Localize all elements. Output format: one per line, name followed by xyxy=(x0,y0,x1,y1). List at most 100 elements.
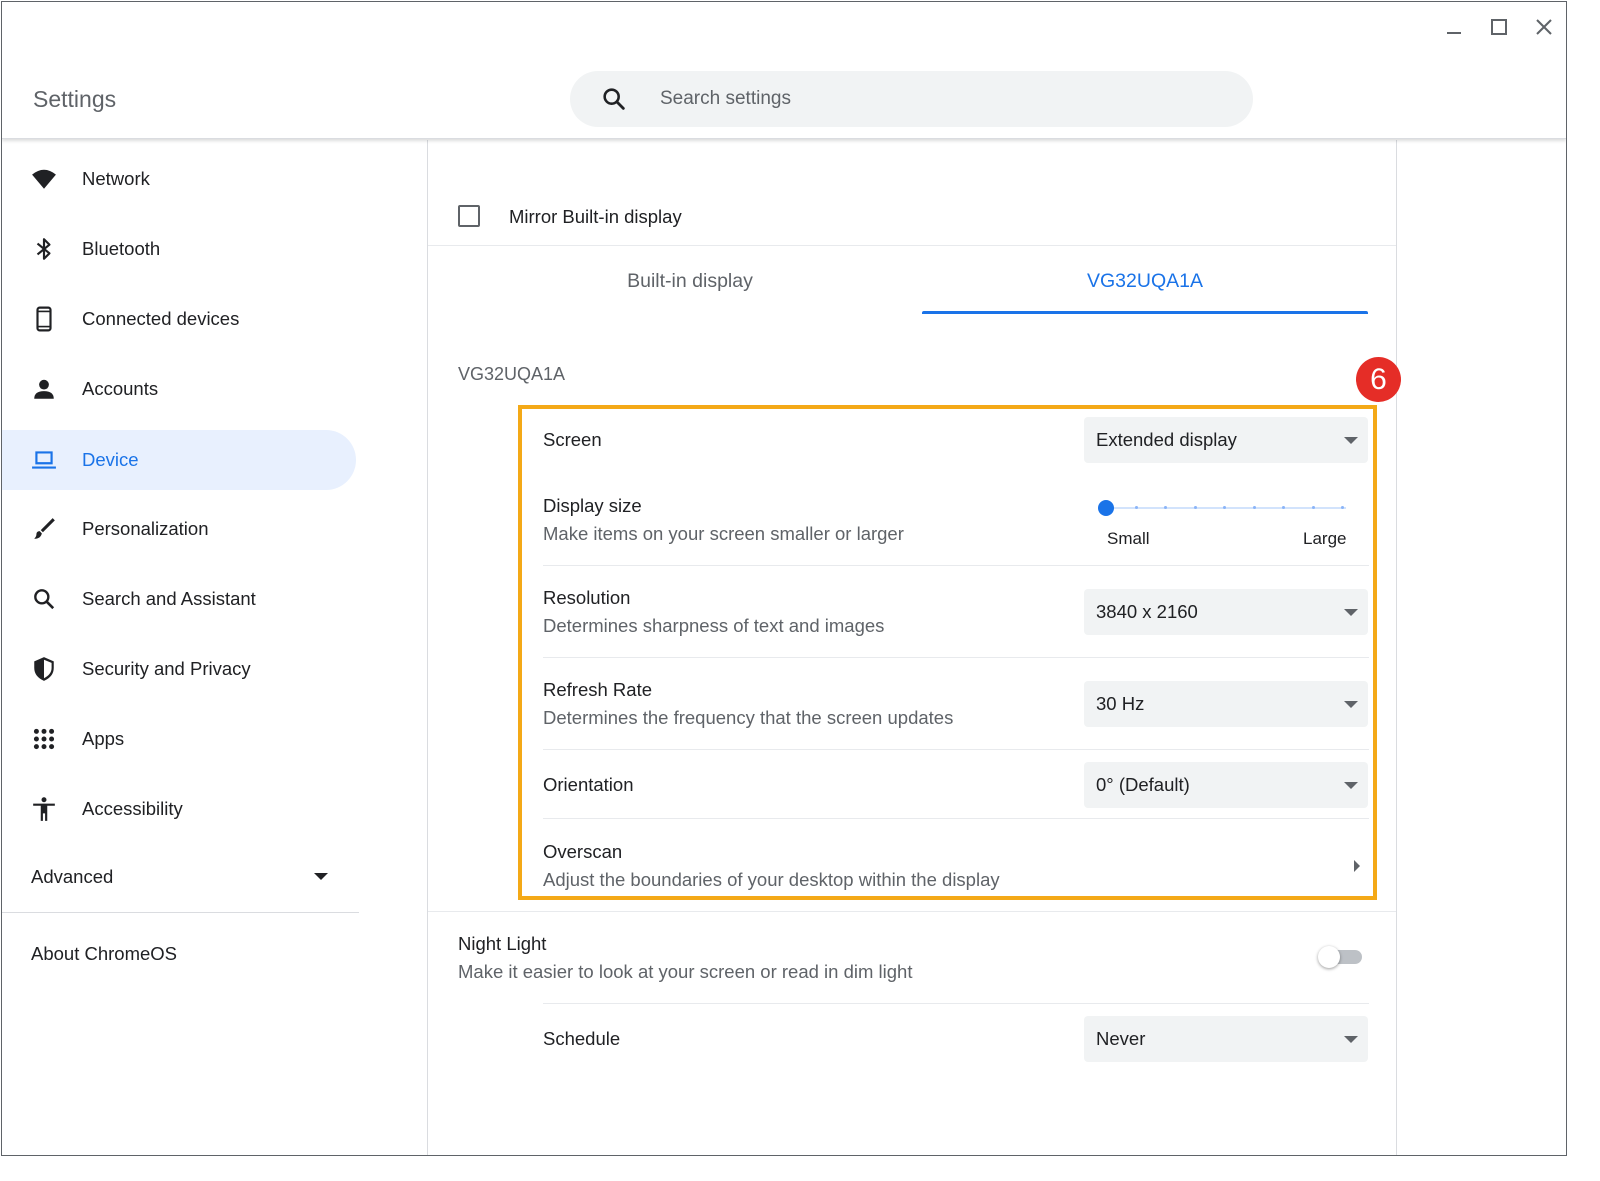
active-tab-indicator xyxy=(922,311,1368,314)
screen-select[interactable]: Extended display xyxy=(1084,417,1368,463)
chevron-right-icon xyxy=(1354,860,1360,872)
sidebar-item-personalization[interactable]: Personalization xyxy=(2,499,356,559)
resolution-label: Resolution xyxy=(543,587,631,608)
toggle-thumb xyxy=(1318,946,1340,968)
refresh-rate-description: Determines the frequency that the screen… xyxy=(543,707,954,728)
maximize-icon xyxy=(1489,17,1509,42)
slider-max-label: Large xyxy=(1303,529,1347,548)
slider-tick xyxy=(1312,506,1315,509)
slider-tick xyxy=(1194,506,1197,509)
sidebar-item-label: Network xyxy=(82,168,150,189)
maximize-button[interactable] xyxy=(1484,14,1514,44)
night-light-description: Make it easier to look at your screen or… xyxy=(458,961,913,982)
advanced-label: Advanced xyxy=(31,866,114,887)
sidebar-item-label: Accessibility xyxy=(82,798,183,819)
resolution-value: 3840 x 2160 xyxy=(1096,601,1198,622)
accessibility-icon xyxy=(30,795,58,823)
sidebar-item-connected-devices[interactable]: Connected devices xyxy=(2,289,356,349)
close-button[interactable] xyxy=(1529,14,1559,44)
sidebar: Network Bluetooth Connected devices Acco… xyxy=(2,140,427,1155)
caret-down-icon xyxy=(314,873,328,880)
slider-tick xyxy=(1341,506,1344,509)
sidebar-item-security-and-privacy[interactable]: Security and Privacy xyxy=(2,639,356,699)
overscan-row[interactable]: Overscan Adjust the boundaries of your d… xyxy=(543,837,1369,897)
dropdown-arrow-icon xyxy=(1344,1036,1358,1043)
schedule-select[interactable]: Never xyxy=(1084,1016,1368,1062)
about-chromeos-link[interactable]: About ChromeOS xyxy=(31,943,177,965)
orientation-select[interactable]: 0° (Default) xyxy=(1084,762,1368,808)
slider-tick xyxy=(1282,506,1285,509)
sidebar-item-device[interactable]: Device xyxy=(2,430,356,490)
sidebar-item-label: Device xyxy=(82,449,139,470)
schedule-value: Never xyxy=(1096,1028,1146,1049)
slider-min-label: Small xyxy=(1107,529,1150,548)
display-settings-card: Mirror Built-in display Built-in display… xyxy=(427,140,1397,1155)
display-size-slider[interactable] xyxy=(1098,493,1348,523)
resolution-description: Determines sharpness of text and images xyxy=(543,615,885,636)
section-title: VG32UQA1A xyxy=(458,364,566,384)
sidebar-item-network[interactable]: Network xyxy=(2,149,356,209)
orientation-value: 0° (Default) xyxy=(1096,774,1190,795)
divider xyxy=(543,749,1369,750)
refresh-rate-label: Refresh Rate xyxy=(543,679,652,700)
overscan-label: Overscan xyxy=(543,841,623,862)
dropdown-arrow-icon xyxy=(1344,782,1358,789)
person-icon xyxy=(30,375,58,403)
refresh-rate-select[interactable]: 30 Hz xyxy=(1084,681,1368,727)
divider xyxy=(543,818,1369,819)
sidebar-item-label: Security and Privacy xyxy=(82,658,251,679)
sidebar-item-accessibility[interactable]: Accessibility xyxy=(2,779,356,839)
night-light-label: Night Light xyxy=(458,933,547,954)
wifi-icon xyxy=(30,165,58,193)
header: Settings xyxy=(2,2,1566,139)
overscan-description: Adjust the boundaries of your desktop wi… xyxy=(543,869,1000,890)
settings-window: Settings Network Bluetooth Connec xyxy=(1,1,1567,1156)
mirror-row: Mirror Built-in display xyxy=(428,185,1396,245)
sidebar-item-label: Apps xyxy=(82,728,125,749)
app-title: Settings xyxy=(33,86,117,112)
sidebar-item-label: Bluetooth xyxy=(82,238,161,259)
sidebar-item-label: Connected devices xyxy=(82,308,240,329)
search-box[interactable] xyxy=(570,71,1253,127)
sidebar-divider xyxy=(2,912,359,913)
minimize-icon xyxy=(1444,17,1464,42)
tab-external-display[interactable]: VG32UQA1A xyxy=(922,248,1368,314)
close-icon xyxy=(1534,17,1554,42)
sidebar-item-apps[interactable]: Apps xyxy=(2,709,356,769)
slider-knob[interactable] xyxy=(1098,500,1114,516)
dropdown-arrow-icon xyxy=(1344,609,1358,616)
sidebar-item-bluetooth[interactable]: Bluetooth xyxy=(2,219,356,279)
resolution-select[interactable]: 3840 x 2160 xyxy=(1084,589,1368,635)
sidebar-item-label: Accounts xyxy=(82,378,159,399)
refresh-rate-value: 30 Hz xyxy=(1096,693,1145,714)
slider-tick xyxy=(1253,506,1256,509)
screen-label: Screen xyxy=(543,429,602,450)
slider-track xyxy=(1106,507,1346,509)
divider xyxy=(543,1003,1369,1004)
schedule-label: Schedule xyxy=(543,1028,621,1049)
slider-tick xyxy=(1164,506,1167,509)
advanced-toggle[interactable]: Advanced xyxy=(2,846,356,906)
search-input[interactable] xyxy=(660,83,1220,115)
mirror-checkbox[interactable] xyxy=(458,205,480,227)
sidebar-item-search-and-assistant[interactable]: Search and Assistant xyxy=(2,569,356,629)
search-icon xyxy=(600,85,628,113)
grid-icon xyxy=(30,725,58,753)
divider xyxy=(543,565,1369,566)
slider-tick xyxy=(1223,506,1226,509)
brush-icon xyxy=(30,515,58,543)
slider-tick xyxy=(1135,506,1138,509)
bluetooth-icon xyxy=(30,235,58,263)
night-light-toggle[interactable] xyxy=(1318,946,1364,970)
divider xyxy=(428,245,1396,246)
search-icon xyxy=(30,585,58,613)
night-light-row: Night Light Make it easier to look at yo… xyxy=(458,929,1369,989)
phone-icon xyxy=(30,305,58,333)
dropdown-arrow-icon xyxy=(1344,437,1358,444)
minimize-button[interactable] xyxy=(1439,14,1469,44)
tab-built-in-display[interactable]: Built-in display xyxy=(458,248,922,314)
orientation-label: Orientation xyxy=(543,774,634,795)
mirror-label: Mirror Built-in display xyxy=(509,206,682,227)
sidebar-item-accounts[interactable]: Accounts xyxy=(2,359,356,419)
screen-value: Extended display xyxy=(1096,429,1237,450)
